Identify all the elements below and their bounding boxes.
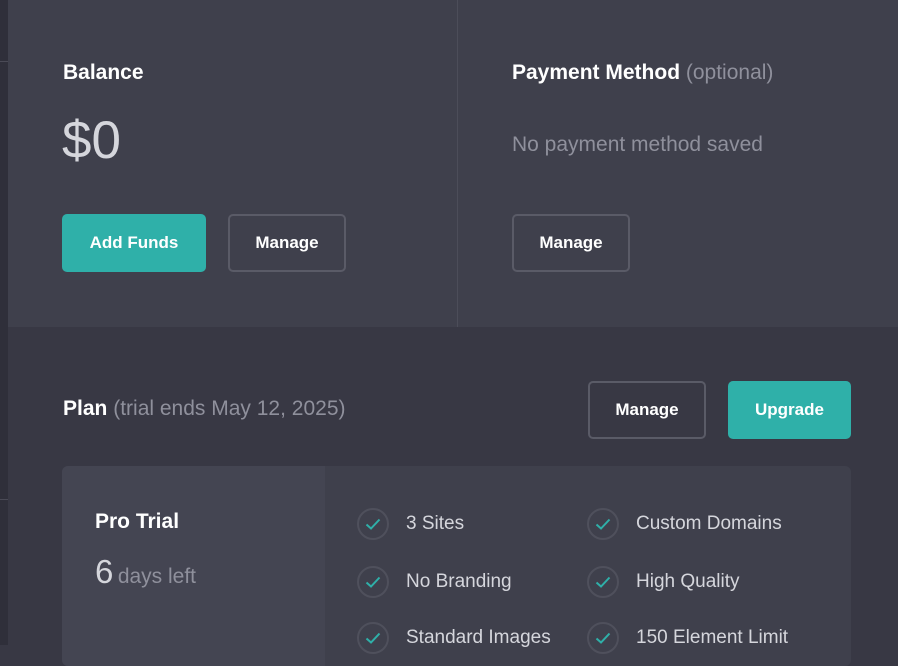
feature-label: Standard Images — [406, 627, 551, 648]
feature-item: High Quality — [587, 566, 740, 598]
plan-manage-button[interactable]: Manage — [588, 381, 706, 439]
feature-label: 3 Sites — [406, 513, 465, 534]
feature-item: No Branding — [357, 566, 512, 598]
plan-name: Pro Trial — [95, 510, 180, 533]
feature-label: High Quality — [636, 571, 740, 592]
feature-item: Standard Images — [357, 622, 551, 654]
balance-amount: $0 — [62, 111, 121, 170]
billing-summary: Balance $0 Add Funds Manage Payment Meth… — [8, 0, 898, 327]
balance-title: Balance — [63, 61, 144, 84]
feature-item: 3 Sites — [357, 508, 464, 540]
add-funds-button[interactable]: Add Funds — [62, 214, 206, 272]
left-sidebar-edge — [0, 0, 8, 645]
days-left-label: days left — [117, 565, 197, 588]
check-icon — [587, 566, 619, 598]
payment-method-empty-text: No payment method saved — [512, 133, 763, 156]
plan-section: Plan (trial ends May 12, 2025) Manage Up… — [8, 327, 898, 666]
check-icon — [587, 622, 619, 654]
plan-details-panel: Pro Trial 6 days left 3 Sites Custom Dom… — [62, 466, 851, 666]
check-icon — [357, 622, 389, 654]
payment-method-title-text: Payment Method — [512, 61, 681, 84]
upgrade-button[interactable]: Upgrade — [728, 381, 851, 439]
feature-label: No Branding — [406, 571, 512, 592]
feature-label: Custom Domains — [636, 513, 782, 534]
sidebar-divider — [0, 499, 8, 500]
check-icon — [357, 566, 389, 598]
plan-days-left: 6 days left — [95, 553, 196, 591]
check-icon — [587, 508, 619, 540]
plan-summary: Pro Trial 6 days left — [62, 466, 325, 666]
feature-item: Custom Domains — [587, 508, 782, 540]
check-icon — [357, 508, 389, 540]
payment-manage-button[interactable]: Manage — [512, 214, 630, 272]
sidebar-divider — [0, 61, 8, 62]
balance-card: Balance $0 Add Funds Manage — [8, 0, 458, 327]
feature-item: 150 Element Limit — [587, 622, 788, 654]
plan-trial-note: (trial ends May 12, 2025) — [113, 397, 346, 420]
payment-method-optional-note: (optional) — [685, 61, 774, 84]
plan-title: Plan (trial ends May 12, 2025) — [63, 397, 346, 421]
plan-title-text: Plan — [63, 397, 108, 420]
balance-manage-button[interactable]: Manage — [228, 214, 346, 272]
payment-method-title: Payment Method (optional) — [512, 61, 773, 85]
feature-label: 150 Element Limit — [636, 627, 789, 648]
payment-method-card: Payment Method (optional) No payment met… — [458, 0, 898, 327]
days-left-number: 6 — [95, 553, 114, 590]
